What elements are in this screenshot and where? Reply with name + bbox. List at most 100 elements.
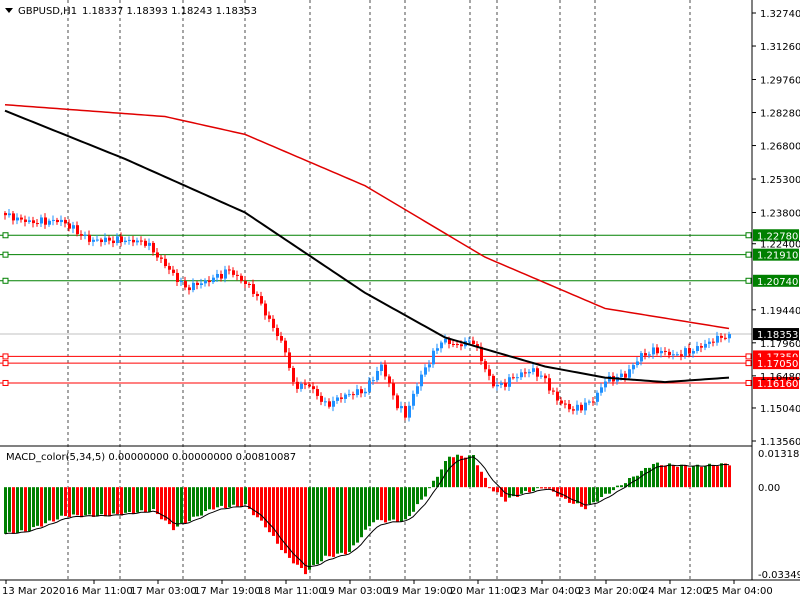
candle-body <box>392 383 395 396</box>
macd-bar <box>228 487 231 508</box>
candle-body <box>572 409 575 411</box>
level-price-label: 1.20740 <box>757 277 798 288</box>
level-handle[interactable] <box>745 277 752 284</box>
candle-body <box>168 266 171 270</box>
candle-body <box>268 315 271 319</box>
candle-body <box>460 344 463 347</box>
level-handle[interactable] <box>745 353 752 360</box>
level-handle[interactable] <box>2 232 9 239</box>
macd-bar <box>536 487 539 489</box>
macd-tick-label: -0.033496 <box>758 570 800 581</box>
macd-bar <box>480 471 483 488</box>
macd-bar <box>208 487 211 510</box>
macd-bar <box>204 487 207 511</box>
macd-bar <box>344 487 347 555</box>
macd-bar <box>428 487 431 489</box>
macd-bar <box>684 465 687 488</box>
macd-bar <box>660 465 663 488</box>
macd-bar <box>44 487 47 524</box>
macd-bar <box>492 487 495 492</box>
candle-body <box>540 375 543 377</box>
candle-body <box>712 341 715 343</box>
level-handle[interactable] <box>745 232 752 239</box>
candle-body <box>188 287 191 291</box>
candle-body <box>124 240 127 243</box>
candle-body <box>632 365 635 370</box>
candle-body <box>328 401 331 407</box>
macd-bar <box>640 470 643 488</box>
macd-bar <box>692 466 695 488</box>
macd-bar <box>620 485 623 488</box>
time-label: 16 Mar 11:00 <box>66 586 133 597</box>
candle-body <box>264 303 267 316</box>
price-tick-label: 1.17960 <box>760 339 800 350</box>
macd-bar <box>700 466 703 488</box>
macd-bar <box>64 487 67 517</box>
level-handle[interactable] <box>745 379 752 386</box>
macd-bar <box>452 457 455 488</box>
candle-body <box>648 354 651 356</box>
macd-bar <box>100 487 103 515</box>
macd-bar <box>376 487 379 520</box>
macd-bar <box>372 487 375 523</box>
macd-bar <box>244 487 247 505</box>
candle-body <box>92 239 95 242</box>
candle-body <box>524 372 527 374</box>
candle-body <box>160 257 163 259</box>
macd-bar <box>24 487 27 532</box>
macd-bar <box>84 487 87 516</box>
macd-bar <box>504 487 507 502</box>
candle-body <box>320 395 323 402</box>
price-tick-label: 1.29760 <box>760 75 800 86</box>
macd-bar <box>704 466 707 488</box>
candle-body <box>656 347 659 354</box>
candle-body <box>336 397 339 401</box>
collapse-triangle-icon[interactable] <box>5 8 13 13</box>
macd-bar <box>240 487 243 507</box>
candle-body <box>132 239 135 243</box>
price-tick-label: 1.19440 <box>760 306 800 317</box>
macd-bar <box>144 487 147 513</box>
macd-bar <box>60 487 63 516</box>
candle-body <box>232 270 235 275</box>
level-handle[interactable] <box>2 353 9 360</box>
macd-bar <box>364 487 367 530</box>
candle-body <box>452 343 455 345</box>
time-label: 18 Mar 11:00 <box>258 586 325 597</box>
macd-bar <box>212 487 215 510</box>
candle-body <box>8 213 11 216</box>
candle-body <box>628 369 631 378</box>
macd-bar <box>432 480 435 488</box>
level-handle[interactable] <box>2 251 9 258</box>
macd-bar <box>188 487 191 522</box>
macd-bar <box>596 487 599 502</box>
level-handle[interactable] <box>2 360 9 367</box>
time-label: 17 Mar 03:00 <box>130 586 197 597</box>
time-label: 19 Mar 03:00 <box>322 586 389 597</box>
macd-bar <box>52 487 55 522</box>
macd-bar <box>316 487 319 565</box>
level-handle[interactable] <box>745 251 752 258</box>
macd-bar <box>40 487 43 527</box>
macd-bar <box>448 456 451 488</box>
level-handle[interactable] <box>745 360 752 367</box>
level-handle[interactable] <box>2 379 9 386</box>
macd-bar <box>236 487 239 507</box>
macd-tick-label: 0.00 <box>758 483 780 494</box>
price-tick-label: 1.15040 <box>760 404 800 415</box>
macd-bar <box>588 487 591 505</box>
macd-bar <box>404 487 407 520</box>
candle-body <box>340 397 343 399</box>
macd-bar <box>116 487 119 515</box>
level-handle[interactable] <box>2 277 9 284</box>
macd-bar <box>104 487 107 517</box>
candle-body <box>496 384 499 387</box>
chart-canvas[interactable]: 1.227801.219101.207401.183531.173501.170… <box>0 0 800 600</box>
macd-bar <box>572 487 575 504</box>
candle-body <box>216 273 219 278</box>
macd-bar <box>96 487 99 517</box>
candle-body <box>636 361 639 366</box>
candle-body <box>16 217 19 221</box>
macd-bar <box>92 487 95 517</box>
candle-body <box>300 383 303 389</box>
